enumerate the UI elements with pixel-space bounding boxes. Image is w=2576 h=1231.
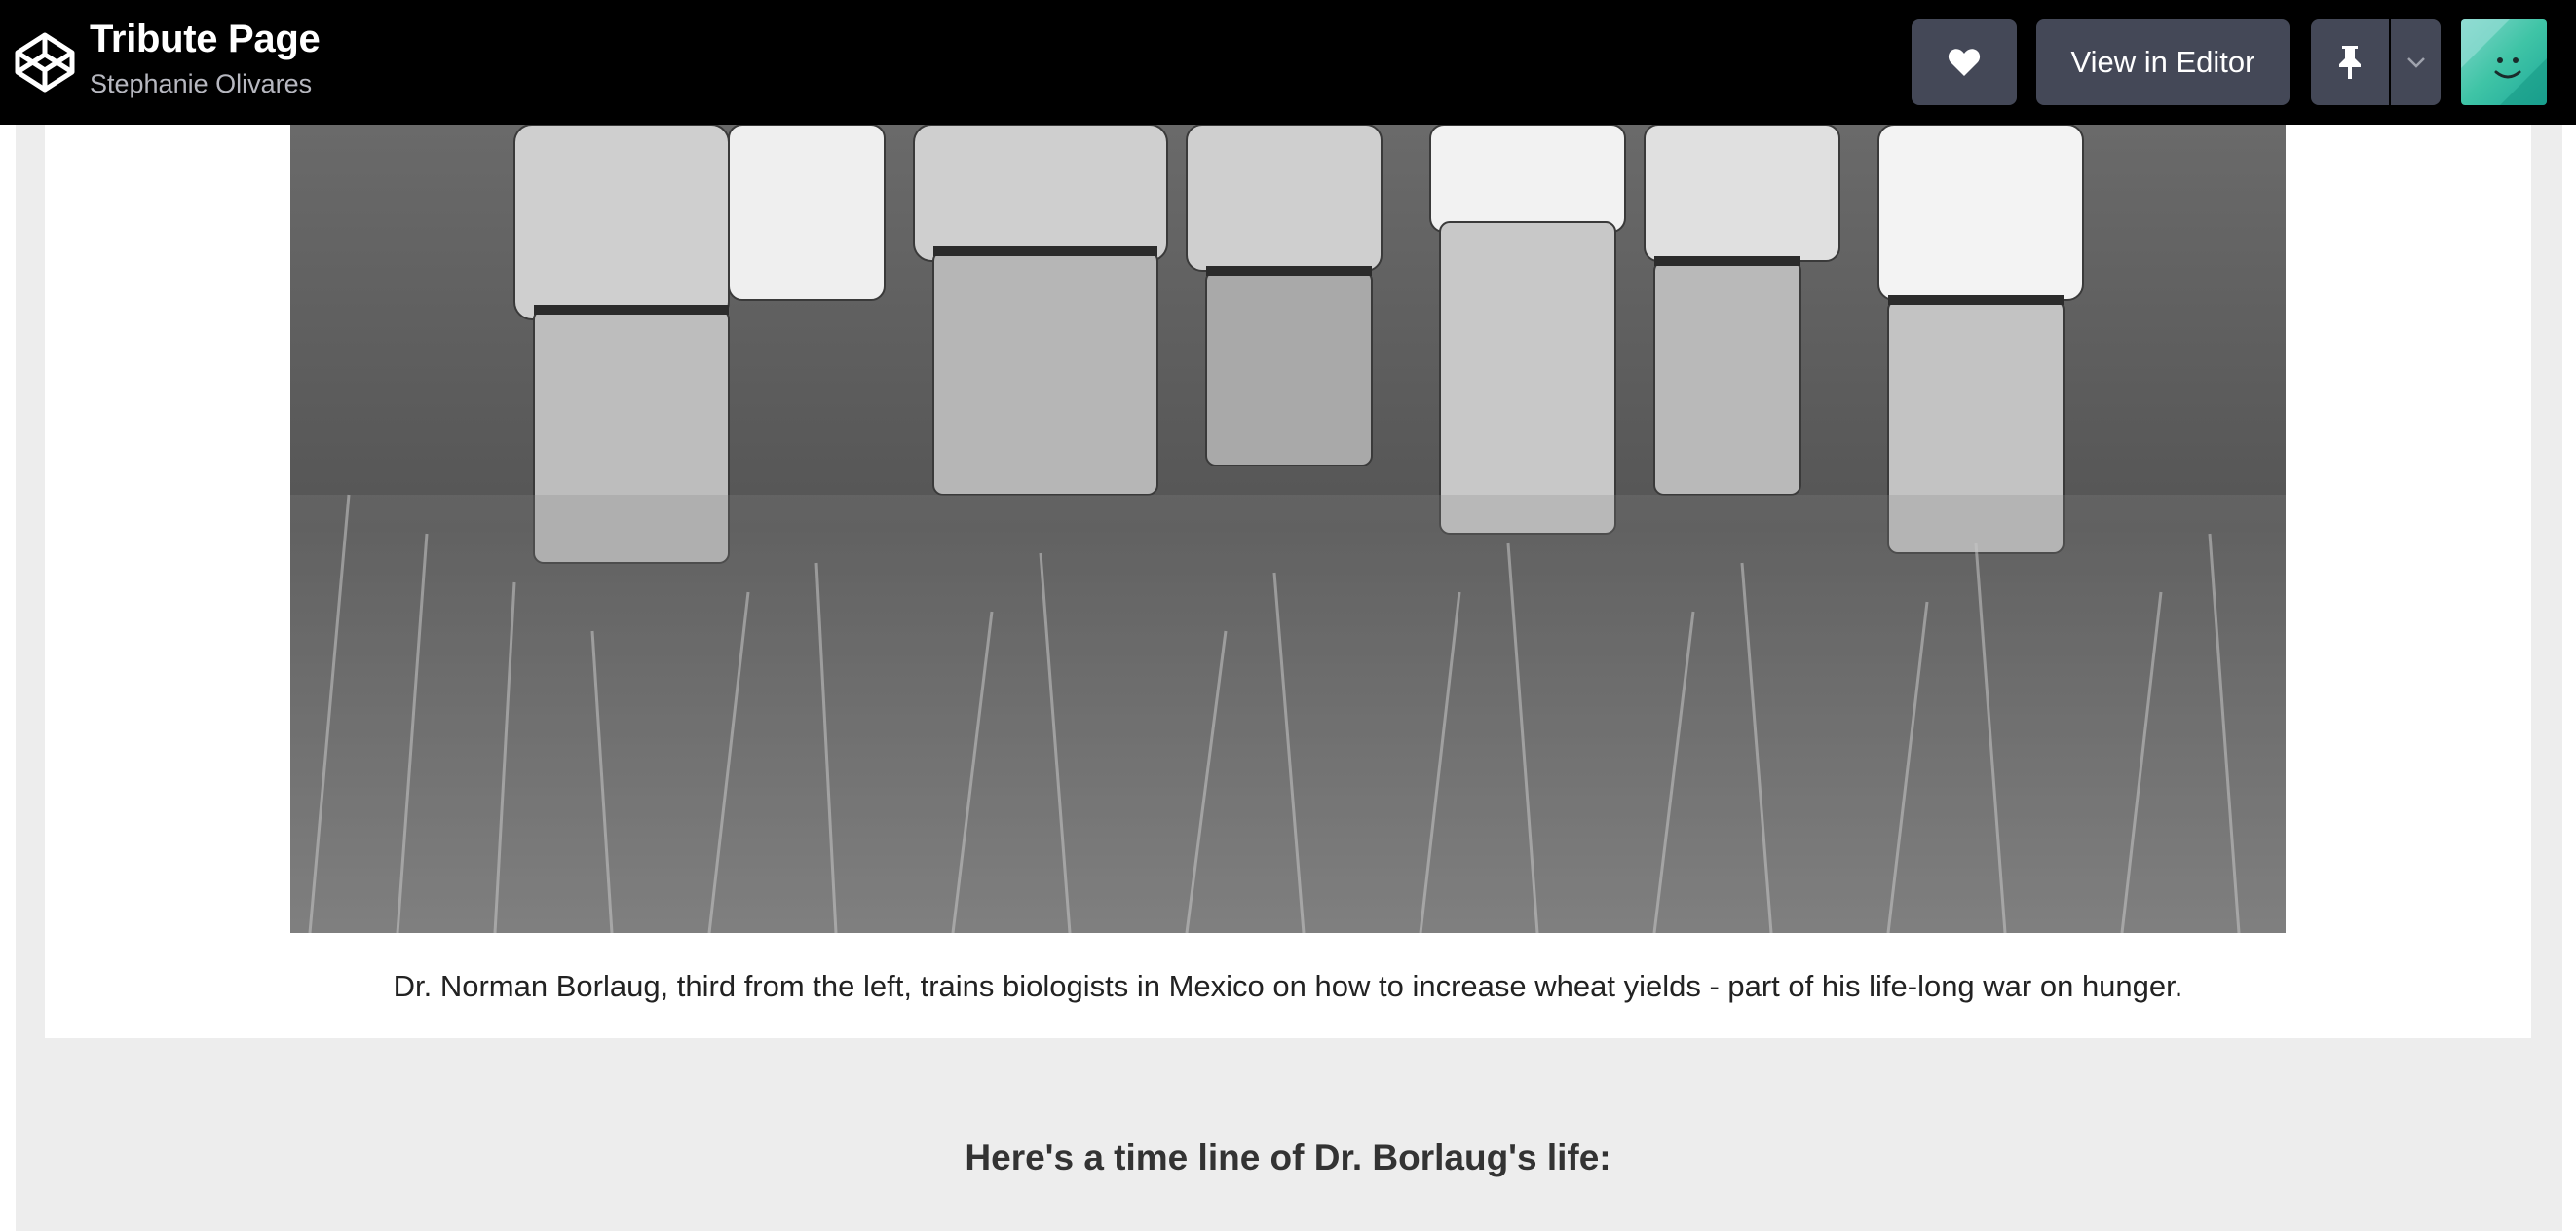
like-button[interactable] bbox=[1912, 19, 2017, 105]
pen-title[interactable]: Tribute Page bbox=[90, 18, 321, 61]
pin-icon bbox=[2339, 46, 2361, 79]
wheat-field-image bbox=[290, 125, 2286, 933]
pin-dropdown-button[interactable] bbox=[2391, 19, 2441, 105]
view-in-editor-button[interactable]: View in Editor bbox=[2036, 19, 2290, 105]
user-avatar[interactable] bbox=[2461, 19, 2547, 105]
chevron-down-icon bbox=[2406, 57, 2425, 68]
timeline-heading: Here's a time line of Dr. Borlaug's life… bbox=[965, 1138, 1611, 1177]
page-edge-left bbox=[0, 125, 16, 1231]
codepen-logo-icon[interactable] bbox=[14, 31, 76, 93]
avatar-smiley-icon bbox=[2461, 19, 2547, 105]
borlaug-photo bbox=[290, 125, 2286, 933]
page-edge-right bbox=[2562, 125, 2576, 1231]
figure-caption: Dr. Norman Borlaug, third from the left,… bbox=[393, 969, 2183, 1003]
top-bar: Tribute Page Stephanie Olivares View in … bbox=[0, 0, 2576, 125]
heart-icon bbox=[1948, 49, 1981, 76]
pen-author[interactable]: Stephanie Olivares bbox=[90, 69, 312, 99]
pin-button[interactable] bbox=[2311, 19, 2389, 105]
